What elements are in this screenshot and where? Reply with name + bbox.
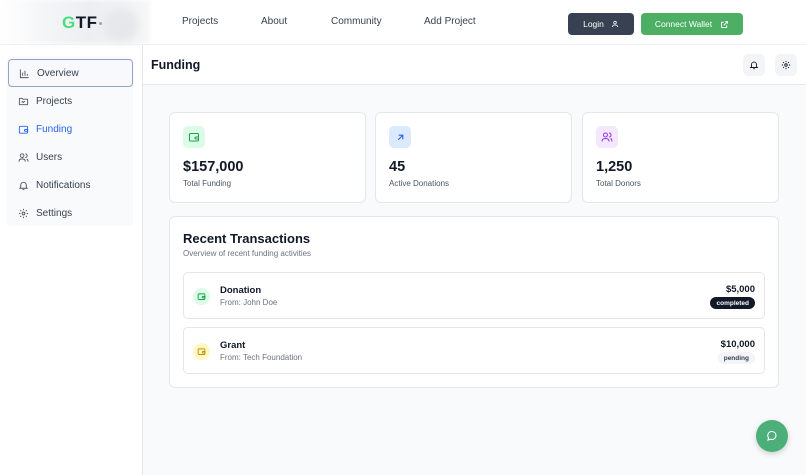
bell-icon [18,181,29,190]
wallet-icon [189,133,199,142]
user-icon [611,20,618,28]
users-icon [18,152,29,162]
wallet-icon [197,348,206,355]
transaction-icon-container [193,288,210,305]
sidebar-item-label: Funding [36,123,73,135]
status-badge: completed [710,297,755,309]
sidebar-item-settings[interactable]: Settings [8,199,133,227]
status-badge: pending [717,352,755,364]
sidebar-item-funding[interactable]: Funding [8,115,133,143]
chat-button[interactable] [756,420,788,452]
login-button[interactable]: Login [568,13,634,35]
stat-icon-container [183,126,205,148]
chat-bubble-icon [767,430,777,441]
sidebar-item-users[interactable]: Users [8,143,133,171]
nav-link-about[interactable]: About [261,16,287,27]
transaction-icon-container [193,343,210,360]
sidebar-item-label: Projects [36,95,73,107]
stat-value: $157,000 [183,159,244,175]
transaction-amount: $10,000 [720,339,755,350]
logo-dot [98,22,102,26]
page-header: Funding [143,44,806,85]
nav-link-community[interactable]: Community [331,16,382,27]
section-title: Recent Transactions [183,231,311,246]
transaction-name: Grant [220,340,246,351]
sidebar-item-projects[interactable]: Projects [8,87,133,115]
stat-card-active-donations: 45 Active Donations [375,112,572,203]
users-icon [601,132,613,142]
bell-icon [749,61,759,70]
sidebar-item-label: Users [36,151,63,163]
stat-label: Active Donations [389,179,450,188]
transaction-amount: $5,000 [725,284,755,295]
sidebar-item-label: Settings [36,207,73,219]
arrow-up-right-icon [397,134,403,140]
sidebar-item-overview[interactable]: Overview [8,59,133,87]
recent-transactions-card: Recent Transactions Overview of recent f… [169,216,779,388]
wallet-icon [18,125,29,134]
external-link-icon [721,20,729,28]
gear-icon [781,60,791,70]
stat-label: Total Funding [183,179,232,188]
connect-wallet-button[interactable]: Connect Wallet [641,13,743,35]
top-nav: GTF Projects About Community Add Project… [0,0,806,44]
stat-card-total-funding: $157,000 Total Funding [169,112,366,203]
sidebar-item-notifications[interactable]: Notifications [8,171,133,199]
settings-button[interactable] [775,54,797,76]
sidebar: Overview Projects Funding Users Notifica… [0,44,143,475]
stat-value: 1,250 [596,159,633,175]
page-title: Funding [151,58,201,72]
logo-letter-g: G [62,13,76,32]
transaction-from: From: Tech Foundation [220,353,303,362]
stat-card-total-donors: 1,250 Total Donors [582,112,779,203]
sidebar-item-label: Overview [37,67,79,79]
folder-icon [18,97,29,105]
transaction-name: Donation [220,285,262,296]
nav-link-add-project[interactable]: Add Project [424,16,476,27]
section-subtitle: Overview of recent funding activities [183,249,312,258]
logo-text-rest: TF [75,13,98,32]
gear-icon [18,208,29,218]
main-content: $157,000 Total Funding 45 Active Donatio… [143,85,806,475]
stat-label: Total Donors [596,179,641,188]
stat-value: 45 [389,159,406,175]
stat-icon-container [389,126,411,148]
transaction-from: From: John Doe [220,298,278,307]
logo-blob [104,8,138,42]
login-button-label: Login [583,19,604,29]
brand-logo[interactable]: GTF [62,13,102,33]
nav-link-projects[interactable]: Projects [182,16,218,27]
transaction-row[interactable]: Grant From: Tech Foundation $10,000 pend… [183,327,765,374]
transaction-row[interactable]: Donation From: John Doe $5,000 completed [183,272,765,319]
bar-chart-icon [19,68,29,78]
notifications-button[interactable] [743,54,765,76]
stat-icon-container [596,126,618,148]
wallet-icon [197,293,206,300]
connect-wallet-label: Connect Wallet [654,19,713,29]
sidebar-item-label: Notifications [36,179,91,191]
